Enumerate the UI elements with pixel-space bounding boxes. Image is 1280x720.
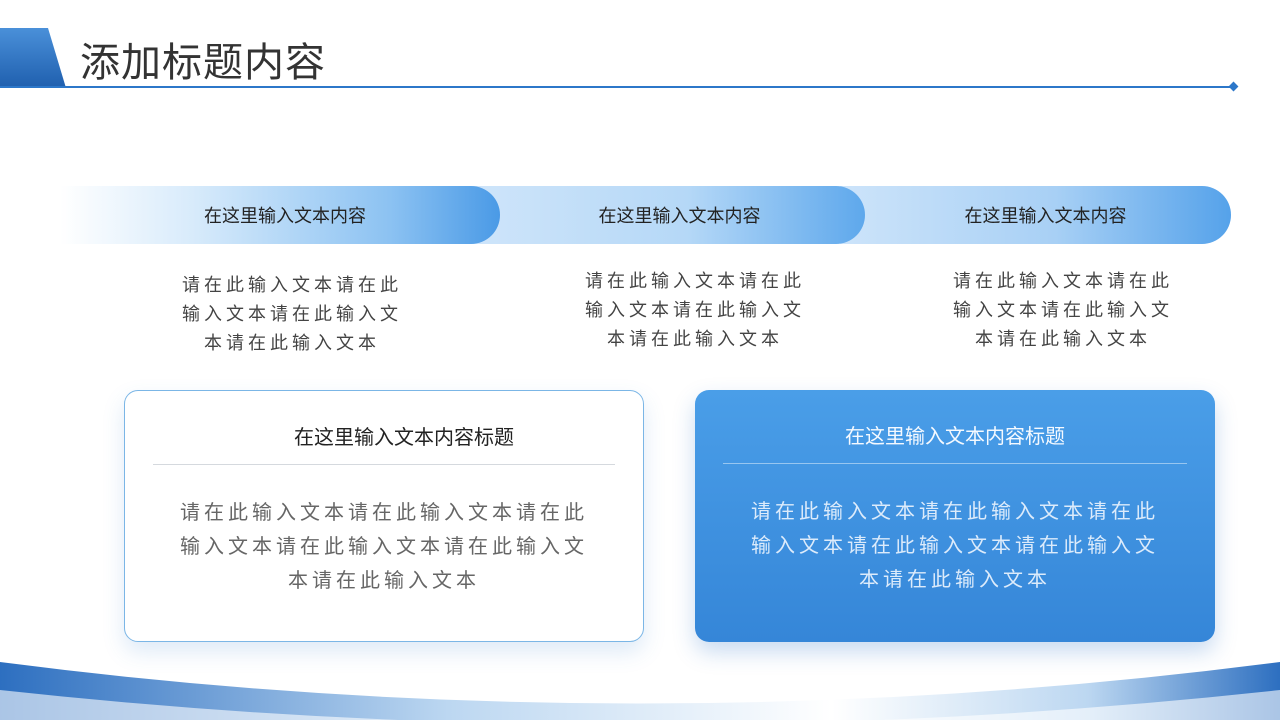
card-right-title: 在这里输入文本内容标题	[845, 424, 1065, 448]
column-3-text: 请在此输入文本请在此 输入文本请在此输入文 本请在此输入文本	[943, 267, 1183, 354]
banner-1: 在这里输入文本内容	[60, 186, 500, 244]
bottom-wave-decoration	[0, 662, 1280, 720]
card-right-line-1: 请在此输入文本请在此输入文本请在此	[751, 499, 1159, 523]
content-card-left: 在这里输入文本内容标题 请在此输入文本请在此输入文本请在此 输入文本请在此输入文…	[124, 390, 644, 642]
column-1-line-1: 请在此输入文本请在此	[182, 275, 402, 296]
column-2-line-3: 本请在此输入文本	[607, 329, 783, 350]
card-left-divider	[153, 464, 615, 465]
card-left-line-3: 本请在此输入文本	[288, 568, 480, 592]
column-1-line-3: 本请在此输入文本	[204, 333, 380, 354]
content-card-right: 在这里输入文本内容标题 请在此输入文本请在此输入文本请在此 输入文本请在此输入文…	[695, 390, 1215, 642]
banner-1-label: 在这里输入文本内容	[204, 206, 366, 227]
card-right-body: 请在此输入文本请在此输入文本请在此 输入文本请在此输入文本请在此输入文 本请在此…	[735, 494, 1175, 596]
card-right-line-2: 输入文本请在此输入文本请在此输入文	[751, 533, 1159, 557]
column-2-text: 请在此输入文本请在此 输入文本请在此输入文 本请在此输入文本	[575, 267, 815, 354]
title-underline	[0, 86, 1234, 88]
banner-2: 在这里输入文本内容	[470, 186, 865, 244]
column-3-line-2: 输入文本请在此输入文	[953, 300, 1173, 321]
card-left-title: 在这里输入文本内容标题	[294, 425, 514, 449]
banner-3-label: 在这里输入文本内容	[964, 206, 1127, 227]
card-left-line-2: 输入文本请在此输入文本请在此输入文	[180, 534, 588, 558]
card-left-line-1: 请在此输入文本请在此输入文本请在此	[180, 500, 588, 524]
banner-2-label: 在这里输入文本内容	[598, 206, 761, 227]
banner-3: 在这里输入文本内容	[840, 186, 1231, 244]
card-right-line-3: 本请在此输入文本	[859, 567, 1051, 591]
column-1-line-2: 输入文本请在此输入文	[182, 304, 402, 325]
page-title: 添加标题内容	[80, 40, 326, 86]
title-accent-tab	[0, 28, 66, 88]
column-1-text: 请在此输入文本请在此 输入文本请在此输入文 本请在此输入文本	[172, 271, 412, 358]
title-underline-end-dot	[1228, 81, 1239, 92]
column-2-line-2: 输入文本请在此输入文	[585, 300, 805, 321]
card-left-body: 请在此输入文本请在此输入文本请在此 输入文本请在此输入文本请在此输入文 本请在此…	[165, 495, 603, 597]
column-3-line-1: 请在此输入文本请在此	[953, 271, 1173, 292]
column-2-line-1: 请在此输入文本请在此	[585, 271, 805, 292]
card-right-divider	[723, 463, 1187, 464]
column-3-line-3: 本请在此输入文本	[975, 329, 1151, 350]
